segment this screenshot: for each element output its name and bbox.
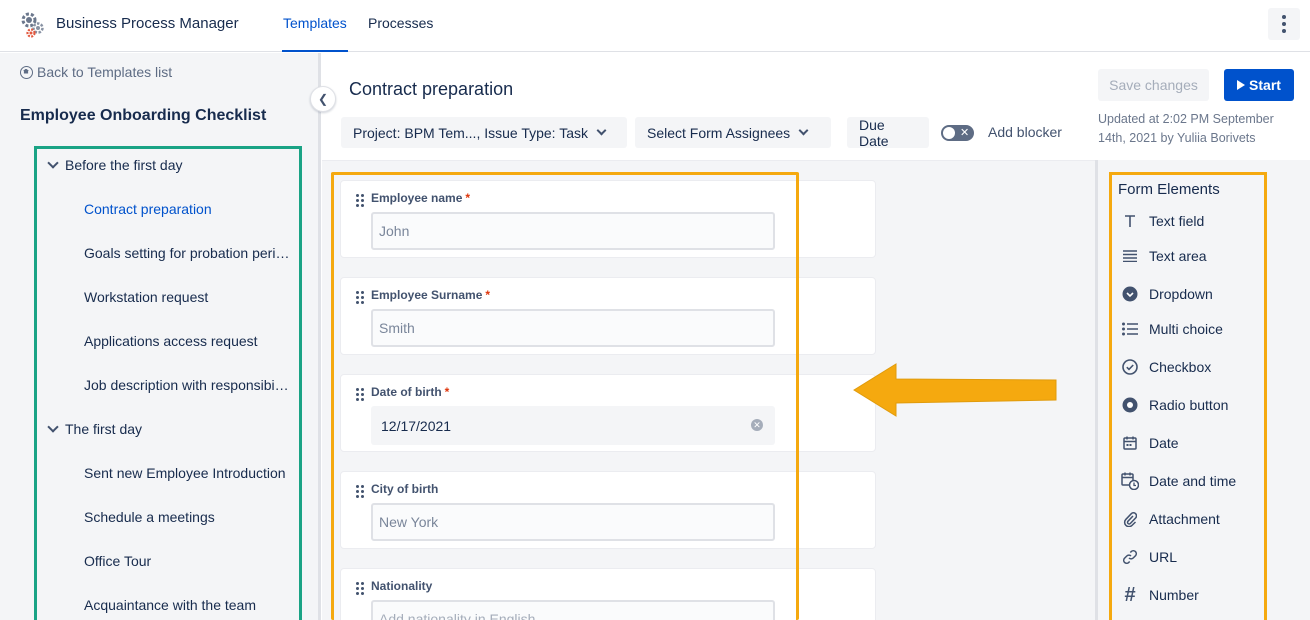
due-date-label: Due Date: [859, 116, 889, 149]
home-icon: [20, 65, 33, 79]
text-area-icon: [1120, 246, 1140, 266]
collapse-sidebar-button[interactable]: ❮: [310, 86, 336, 112]
start-button[interactable]: Start: [1224, 69, 1294, 101]
task-item[interactable]: Contract preparation: [84, 201, 290, 217]
tab-templates[interactable]: Templates: [282, 15, 348, 52]
calendar-clock-icon: [1120, 471, 1140, 491]
calendar-icon: [1120, 433, 1140, 453]
chevron-left-icon: ❮: [317, 92, 329, 106]
group-before-first-day[interactable]: Before the first day: [47, 157, 183, 173]
radio-button-icon: [1120, 395, 1140, 415]
element-label: Text field: [1149, 213, 1205, 229]
element-label: Number: [1149, 587, 1199, 603]
element-text-field[interactable]: Text field: [1120, 211, 1204, 231]
text-field-icon: [1120, 211, 1140, 231]
arrow-left-icon: [853, 363, 1057, 417]
chevron-down-icon: [47, 157, 59, 169]
element-label: Attachment: [1149, 511, 1220, 527]
task-item[interactable]: Goals setting for probation period: [84, 245, 290, 261]
task-title: Contract preparation: [349, 79, 514, 99]
element-attachment[interactable]: Attachment: [1120, 509, 1220, 529]
task-item[interactable]: Workstation request: [84, 289, 290, 305]
template-title: Employee Onboarding Checklist: [20, 107, 267, 124]
element-label: URL: [1149, 549, 1178, 565]
project-issue-type-select[interactable]: Project: BPM Tem..., Issue Type: Task: [341, 117, 627, 148]
element-text-area[interactable]: Text area: [1120, 246, 1207, 266]
toggle-knob: [943, 127, 955, 139]
due-date-button[interactable]: Due Date: [847, 116, 929, 149]
group-label: Before the first day: [65, 157, 183, 173]
tab-processes[interactable]: Processes: [368, 15, 433, 52]
project-chip-label: Project: BPM Tem..., Issue Type: Task: [353, 124, 588, 141]
save-changes-button[interactable]: Save changes: [1098, 69, 1209, 101]
task-item[interactable]: Schedule a meetings: [84, 509, 290, 525]
task-item[interactable]: Sent new Employee Introduction: [84, 465, 290, 481]
updated-timestamp: Updated at 2:02 PM September 14th, 2021 …: [1098, 112, 1274, 145]
paperclip-icon: [1120, 509, 1140, 529]
task-item[interactable]: Job description with responsibilities: [84, 377, 290, 393]
element-checkbox[interactable]: Checkbox: [1120, 357, 1211, 377]
back-link-label: Back to Templates list: [37, 64, 173, 80]
task-item[interactable]: Office Tour: [84, 553, 290, 569]
gears-logo-icon: [21, 12, 44, 38]
task-item[interactable]: Acquaintance with the team: [84, 597, 290, 613]
close-icon: ✕: [960, 127, 970, 139]
chevron-down-icon: [798, 125, 809, 136]
task-tree-highlight: Before the first day Contract preparatio…: [34, 146, 302, 620]
group-first-day[interactable]: The first day: [47, 421, 143, 437]
hash-icon: #: [1124, 583, 1136, 606]
element-url[interactable]: URL: [1120, 547, 1177, 567]
form-assignees-select[interactable]: Select Form Assignees: [635, 117, 831, 148]
form-elements-title: Form Elements: [1118, 181, 1220, 198]
element-dropdown[interactable]: Dropdown: [1120, 284, 1213, 304]
add-blocker-label: Add blocker: [988, 124, 1062, 140]
checkbox-icon: [1120, 357, 1140, 377]
dropdown-icon: [1120, 284, 1140, 304]
element-label: Dropdown: [1149, 286, 1213, 302]
element-label: Date: [1149, 435, 1179, 451]
back-to-templates-link[interactable]: Back to Templates list: [20, 64, 172, 80]
element-multi-choice[interactable]: Multi choice: [1120, 319, 1223, 339]
more-options-button[interactable]: [1268, 8, 1300, 40]
task-item[interactable]: Applications access request: [84, 333, 290, 349]
top-bar: Business Process Manager Templates Proce…: [0, 0, 1310, 52]
multi-choice-icon: [1120, 319, 1140, 339]
link-icon: [1120, 547, 1140, 567]
element-label: Checkbox: [1149, 359, 1212, 375]
group-label: The first day: [65, 421, 143, 437]
assignees-chip-label: Select Form Assignees: [647, 124, 791, 141]
chevron-down-icon: [596, 125, 607, 136]
more-vertical-icon: [1282, 15, 1286, 19]
element-number[interactable]: # Number: [1120, 583, 1199, 606]
element-label: Text area: [1149, 248, 1207, 264]
element-date-and-time[interactable]: Date and time: [1120, 471, 1236, 491]
sidebar-resize-handle[interactable]: [318, 53, 321, 620]
element-label: Multi choice: [1149, 321, 1223, 337]
element-label: Date and time: [1149, 473, 1237, 489]
element-label: Radio button: [1149, 397, 1229, 413]
chevron-down-icon: [47, 421, 59, 433]
add-blocker-toggle[interactable]: ✕: [941, 125, 974, 141]
play-icon: [1237, 80, 1246, 90]
app-title: Business Process Manager: [56, 15, 239, 32]
start-label: Start: [1249, 77, 1281, 93]
element-radio-button[interactable]: Radio button: [1120, 395, 1228, 415]
element-date[interactable]: Date: [1120, 433, 1179, 453]
form-fields-highlight: [331, 172, 799, 620]
